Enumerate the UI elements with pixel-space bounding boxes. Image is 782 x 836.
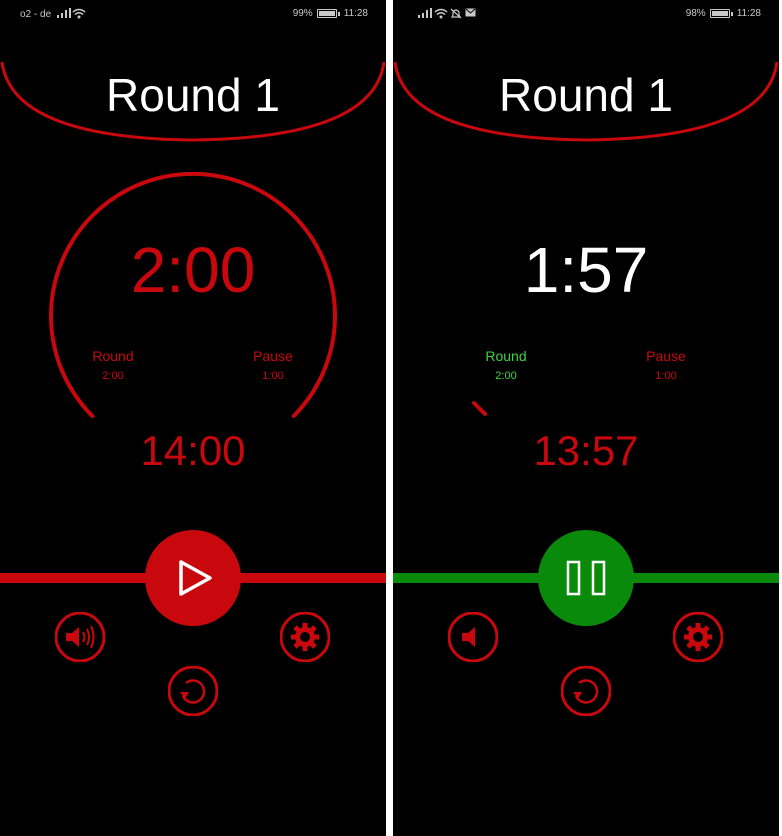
settings-button[interactable] <box>279 611 331 663</box>
round-duration[interactable]: 2:00 <box>73 370 153 382</box>
play-icon <box>179 560 212 596</box>
countdown-timer: 1:57 <box>523 234 649 306</box>
pause-duration[interactable]: 1:00 <box>233 370 313 382</box>
pause-label[interactable]: Pause <box>626 348 706 364</box>
countdown-timer: 2:00 <box>130 234 256 306</box>
reset-button[interactable] <box>167 665 219 717</box>
total-time: 13:57 <box>533 427 639 474</box>
sound-button[interactable] <box>447 611 499 663</box>
progress-ring-tick <box>472 401 487 416</box>
gear-icon <box>672 611 724 663</box>
speaker-loud-icon <box>54 611 106 663</box>
round-title: Round 1 <box>106 69 280 121</box>
play-button[interactable] <box>145 530 241 626</box>
gear-icon <box>279 611 331 663</box>
total-time: 14:00 <box>140 427 246 474</box>
pause-button[interactable] <box>538 530 634 626</box>
round-label[interactable]: Round <box>466 348 546 364</box>
pause-duration[interactable]: 1:00 <box>626 370 706 382</box>
screen-left: o2 - de 99% 11:28 Round 1 2:00 Round 2:0… <box>0 0 386 836</box>
round-title: Round 1 <box>499 69 673 121</box>
divider <box>386 0 393 836</box>
speaker-icon <box>447 611 499 663</box>
reset-button[interactable] <box>560 665 612 717</box>
pause-icon <box>566 560 606 596</box>
round-label[interactable]: Round <box>73 348 153 364</box>
pause-label[interactable]: Pause <box>233 348 313 364</box>
reset-icon <box>167 665 219 717</box>
reset-icon <box>560 665 612 717</box>
settings-button[interactable] <box>672 611 724 663</box>
screen-right: 98% 11:28 Round 1 1:57 Round 2:00 Pause … <box>393 0 779 836</box>
round-duration[interactable]: 2:00 <box>466 370 546 382</box>
sound-button[interactable] <box>54 611 106 663</box>
